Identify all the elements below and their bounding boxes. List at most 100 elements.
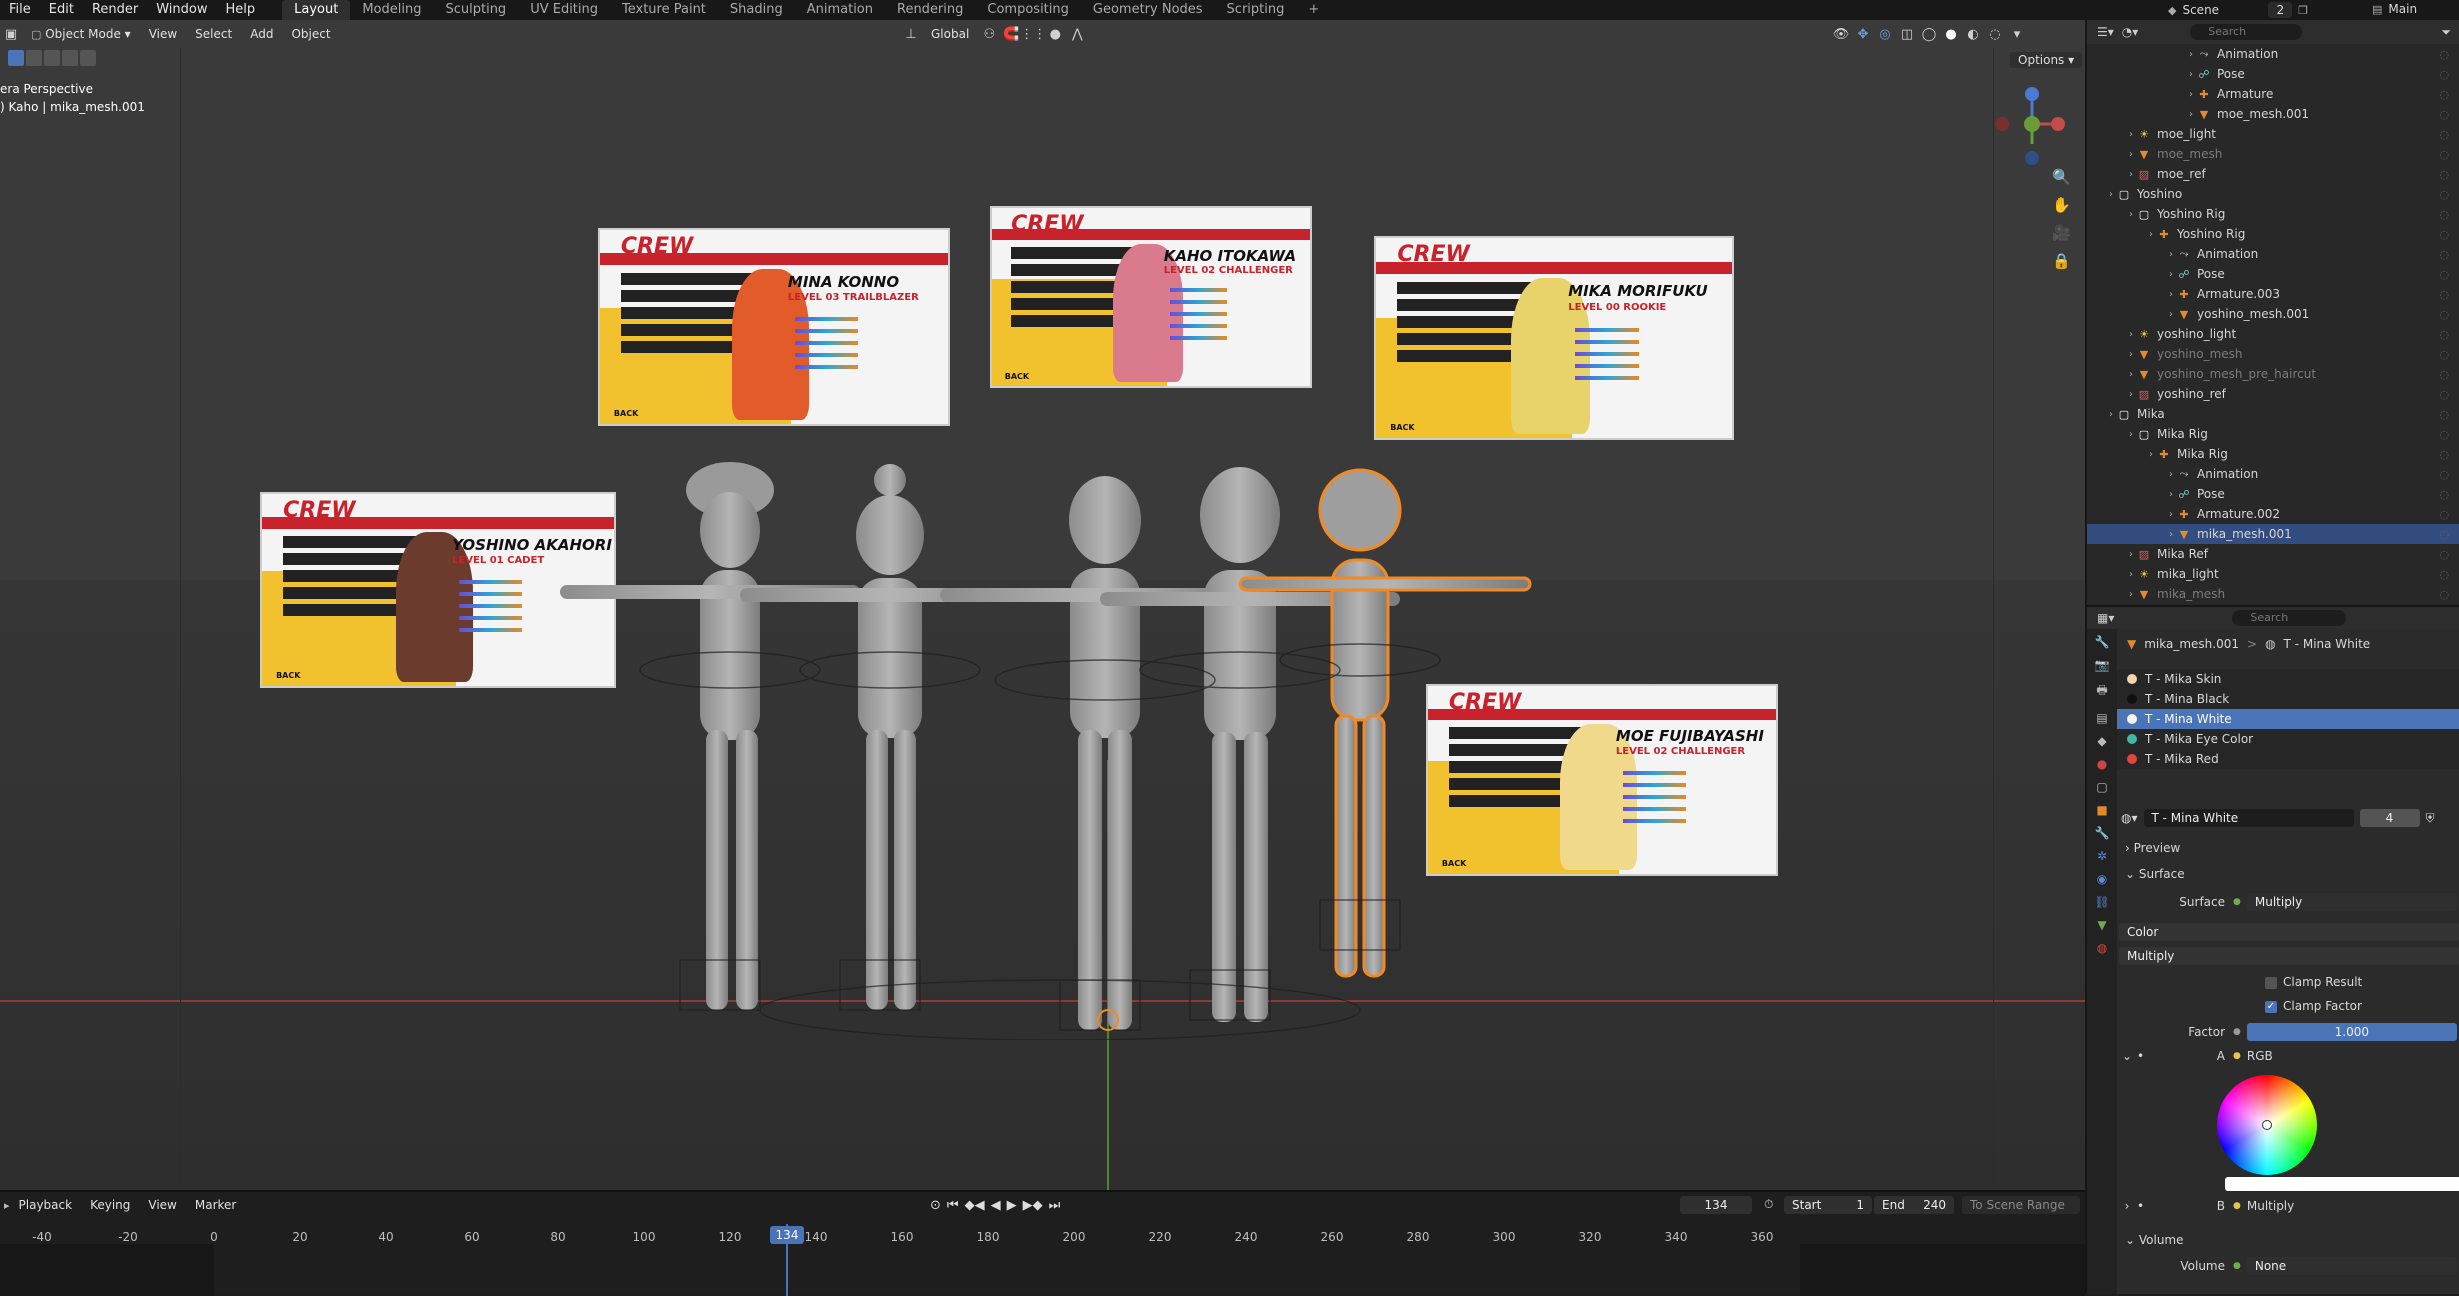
outliner-row-yoshino-rig[interactable]: › ✚ Yoshino Rig ◌ [2087,224,2459,244]
snap-icon[interactable]: 🧲 [1000,24,1022,44]
outliner-row-armature-003[interactable]: › ✚ Armature.003 ◌ [2087,284,2459,304]
select-extend-icon[interactable] [26,50,42,66]
properties-panel[interactable]: ▦▾ Search 🔧 📷 🖶 ▤ ◆ ● ▢ ■ 🔧 ✲ ◉ ⛓ ▼ ◍ ▼ … [2085,605,2459,1294]
outliner-row-yoshino-mesh[interactable]: › ▼ yoshino_mesh ◌ [2087,344,2459,364]
collection-tab-icon[interactable]: ▢ [2096,780,2107,794]
3d-viewport[interactable]: ▣ ▢ Object Mode ▾ View Select Add Object ⊥ … [0,20,2085,1190]
world-tab-icon[interactable]: ● [2097,757,2107,771]
material-shading-icon[interactable]: ◐ [1962,24,1984,44]
outliner-row-mika-ref[interactable]: › ▨ Mika Ref ◌ [2087,544,2459,564]
visibility-eye-icon[interactable]: ◌ [2439,388,2449,401]
material-tab-icon[interactable]: ◍ [2097,941,2107,955]
xray-icon[interactable]: ◫ [1896,24,1918,44]
expand-arrow-icon[interactable]: › [2087,269,2177,280]
camera-icon[interactable]: 🎥 [2052,224,2071,242]
outliner-editor-icon[interactable]: ☰▾ [2097,25,2114,39]
preview-section[interactable]: › Preview [2125,841,2180,855]
expand-arrow-icon[interactable]: › [2087,429,2137,440]
visibility-eye-icon[interactable]: ◌ [2439,88,2449,101]
outliner-row-mika[interactable]: › ▢ Mika ◌ [2087,404,2459,424]
outliner-row-moe-mesh-001[interactable]: › ▼ moe_mesh.001 ◌ [2087,104,2459,124]
navigation-gizmo[interactable] [1990,80,2070,180]
crew-card-mika[interactable]: CREW MIKA MORIFUKU LEVEL 00 ROOKIE BACK [1374,236,1734,440]
workspace-tab-modeling[interactable]: Modeling [350,0,433,20]
outliner-row-animation[interactable]: › ⤳ Animation ◌ [2087,244,2459,264]
expand-arrow-icon[interactable]: › [2087,369,2137,380]
timeline-ruler[interactable]: -40 -20 0 20 40 60 80 100 120 140 160 180 200 220 240 2… [0,1192,2085,1296]
visibility-eye-icon[interactable]: ◌ [2439,248,2449,261]
visibility-eye-icon[interactable]: ◌ [2439,288,2449,301]
viewport-menu-object[interactable]: Object [282,20,339,48]
blend-mode-selector[interactable]: Multiply [2119,947,2459,965]
expand-arrow-icon[interactable]: › [2087,209,2137,220]
visibility-eye-icon[interactable]: ◌ [2439,588,2449,601]
outliner-row-pose[interactable]: › ☍ Pose ◌ [2087,64,2459,84]
tool-tab-icon[interactable]: 🔧 [2095,635,2110,649]
visibility-eye-icon[interactable]: ◌ [2439,128,2449,141]
a-value[interactable]: RGB [2247,1049,2273,1063]
workspace-tab-texture-paint[interactable]: Texture Paint [610,0,718,20]
expand-arrow-icon[interactable]: › [2087,549,2137,560]
expand-arrow-icon[interactable]: › [2087,489,2177,500]
proportional-edit-icon[interactable]: ● [1044,24,1066,44]
select-invert-icon[interactable] [62,50,78,66]
visibility-eye-icon[interactable]: ◌ [2439,568,2449,581]
visibility-eye-icon[interactable]: ◌ [2439,488,2449,501]
select-new-icon[interactable] [8,50,24,66]
workspace-tab-compositing[interactable]: Compositing [975,0,1081,20]
outliner-row-armature-002[interactable]: › ✚ Armature.002 ◌ [2087,504,2459,524]
visibility-eye-icon[interactable]: ◌ [2439,68,2449,81]
outliner-row-moe-ref[interactable]: › ▨ moe_ref ◌ [2087,164,2459,184]
outliner-row-mika-light[interactable]: › ☀ mika_light ◌ [2087,564,2459,584]
character-yoshino[interactable] [560,462,860,1010]
outliner-row-animation[interactable]: › ⤳ Animation ◌ [2087,464,2459,484]
expand-arrow-icon[interactable]: › [2087,309,2177,320]
playhead-label[interactable]: 134 [770,1226,804,1244]
expand-arrow-icon[interactable]: › [2087,589,2137,600]
visibility-eye-icon[interactable]: ◌ [2439,168,2449,181]
constraints-tab-icon[interactable]: ⛓ [2094,895,2109,909]
expand-arrow-icon[interactable]: › [2087,409,2117,420]
solid-shading-icon[interactable]: ● [1940,24,1962,44]
overlays-icon[interactable]: ◎ [1874,24,1896,44]
viewport-menu-select[interactable]: Select [186,20,241,48]
outliner-panel[interactable]: ☰▾ ◔▾ Search ⏷ › ⤳ Animation ◌ › ☍ Pose ◌… [2085,20,2459,605]
object-tab-icon[interactable]: ■ [2096,803,2107,817]
visibility-eye-icon[interactable]: ◌ [2439,228,2449,241]
pan-hand-icon[interactable]: ✋ [2052,196,2071,214]
visibility-eye-icon[interactable]: ◌ [2439,268,2449,281]
expand-arrow-icon[interactable]: › [2087,189,2117,200]
character-mina[interactable] [740,464,1040,1010]
material-slot[interactable]: T - Mika Eye Color [2117,729,2459,749]
workspace-tab-uv-editing[interactable]: UV Editing [518,0,610,20]
expand-arrow-icon[interactable]: › [2087,229,2157,240]
outliner-row-animation[interactable]: › ⤳ Animation ◌ [2087,44,2459,64]
clamp-result-checkbox[interactable] [2265,976,2277,989]
expand-arrow-icon[interactable]: › [2087,69,2197,80]
menu-help[interactable]: Help [217,0,265,20]
outliner-row-yoshino-rig[interactable]: › ▢ Yoshino Rig ◌ [2087,204,2459,224]
visibility-eye-icon[interactable]: ◌ [2439,528,2449,541]
menu-file[interactable]: File [0,0,40,20]
timeline-editor[interactable]: ▸ Playback Keying View Marker ⊙ ⏮ ◆◀ ◀ ▶ ▶◆… [0,1190,2085,1296]
data-tab-icon[interactable]: ▼ [2097,918,2106,932]
outliner-row-yoshino[interactable]: › ▢ Yoshino ◌ [2087,184,2459,204]
workspace-tab-shading[interactable]: Shading [718,0,795,20]
shading-options-icon[interactable]: ▾ [2006,24,2028,44]
visibility-eye-icon[interactable]: ◌ [2439,308,2449,321]
modifier-tab-icon[interactable]: 🔧 [2095,826,2110,840]
select-intersect-icon[interactable] [80,50,96,66]
outliner-row-yoshino-mesh-pre-haircut[interactable]: › ▼ yoshino_mesh_pre_haircut ◌ [2087,364,2459,384]
zoom-icon[interactable]: 🔍 [2052,168,2071,186]
workspace-tab-layout[interactable]: Layout [282,0,351,20]
particles-tab-icon[interactable]: ✲ [2097,849,2107,863]
rendered-shading-icon[interactable]: ◌ [1984,24,2006,44]
visibility-eye-icon[interactable]: ◌ [2439,468,2449,481]
volume-field[interactable]: None [2246,1257,2457,1275]
material-slots-list[interactable]: T - Mika Skin T - Mina Black T - Mina Whit… [2117,669,2459,769]
orientation-selector[interactable]: Global [922,20,978,48]
view-layer-selector[interactable]: ▤ Main [2372,2,2417,16]
visibility-eye-icon[interactable]: ◌ [2439,428,2449,441]
options-button[interactable]: Options ▾ [2010,52,2083,68]
outliner-row-mika-mesh[interactable]: › ▼ mika_mesh ◌ [2087,584,2459,604]
